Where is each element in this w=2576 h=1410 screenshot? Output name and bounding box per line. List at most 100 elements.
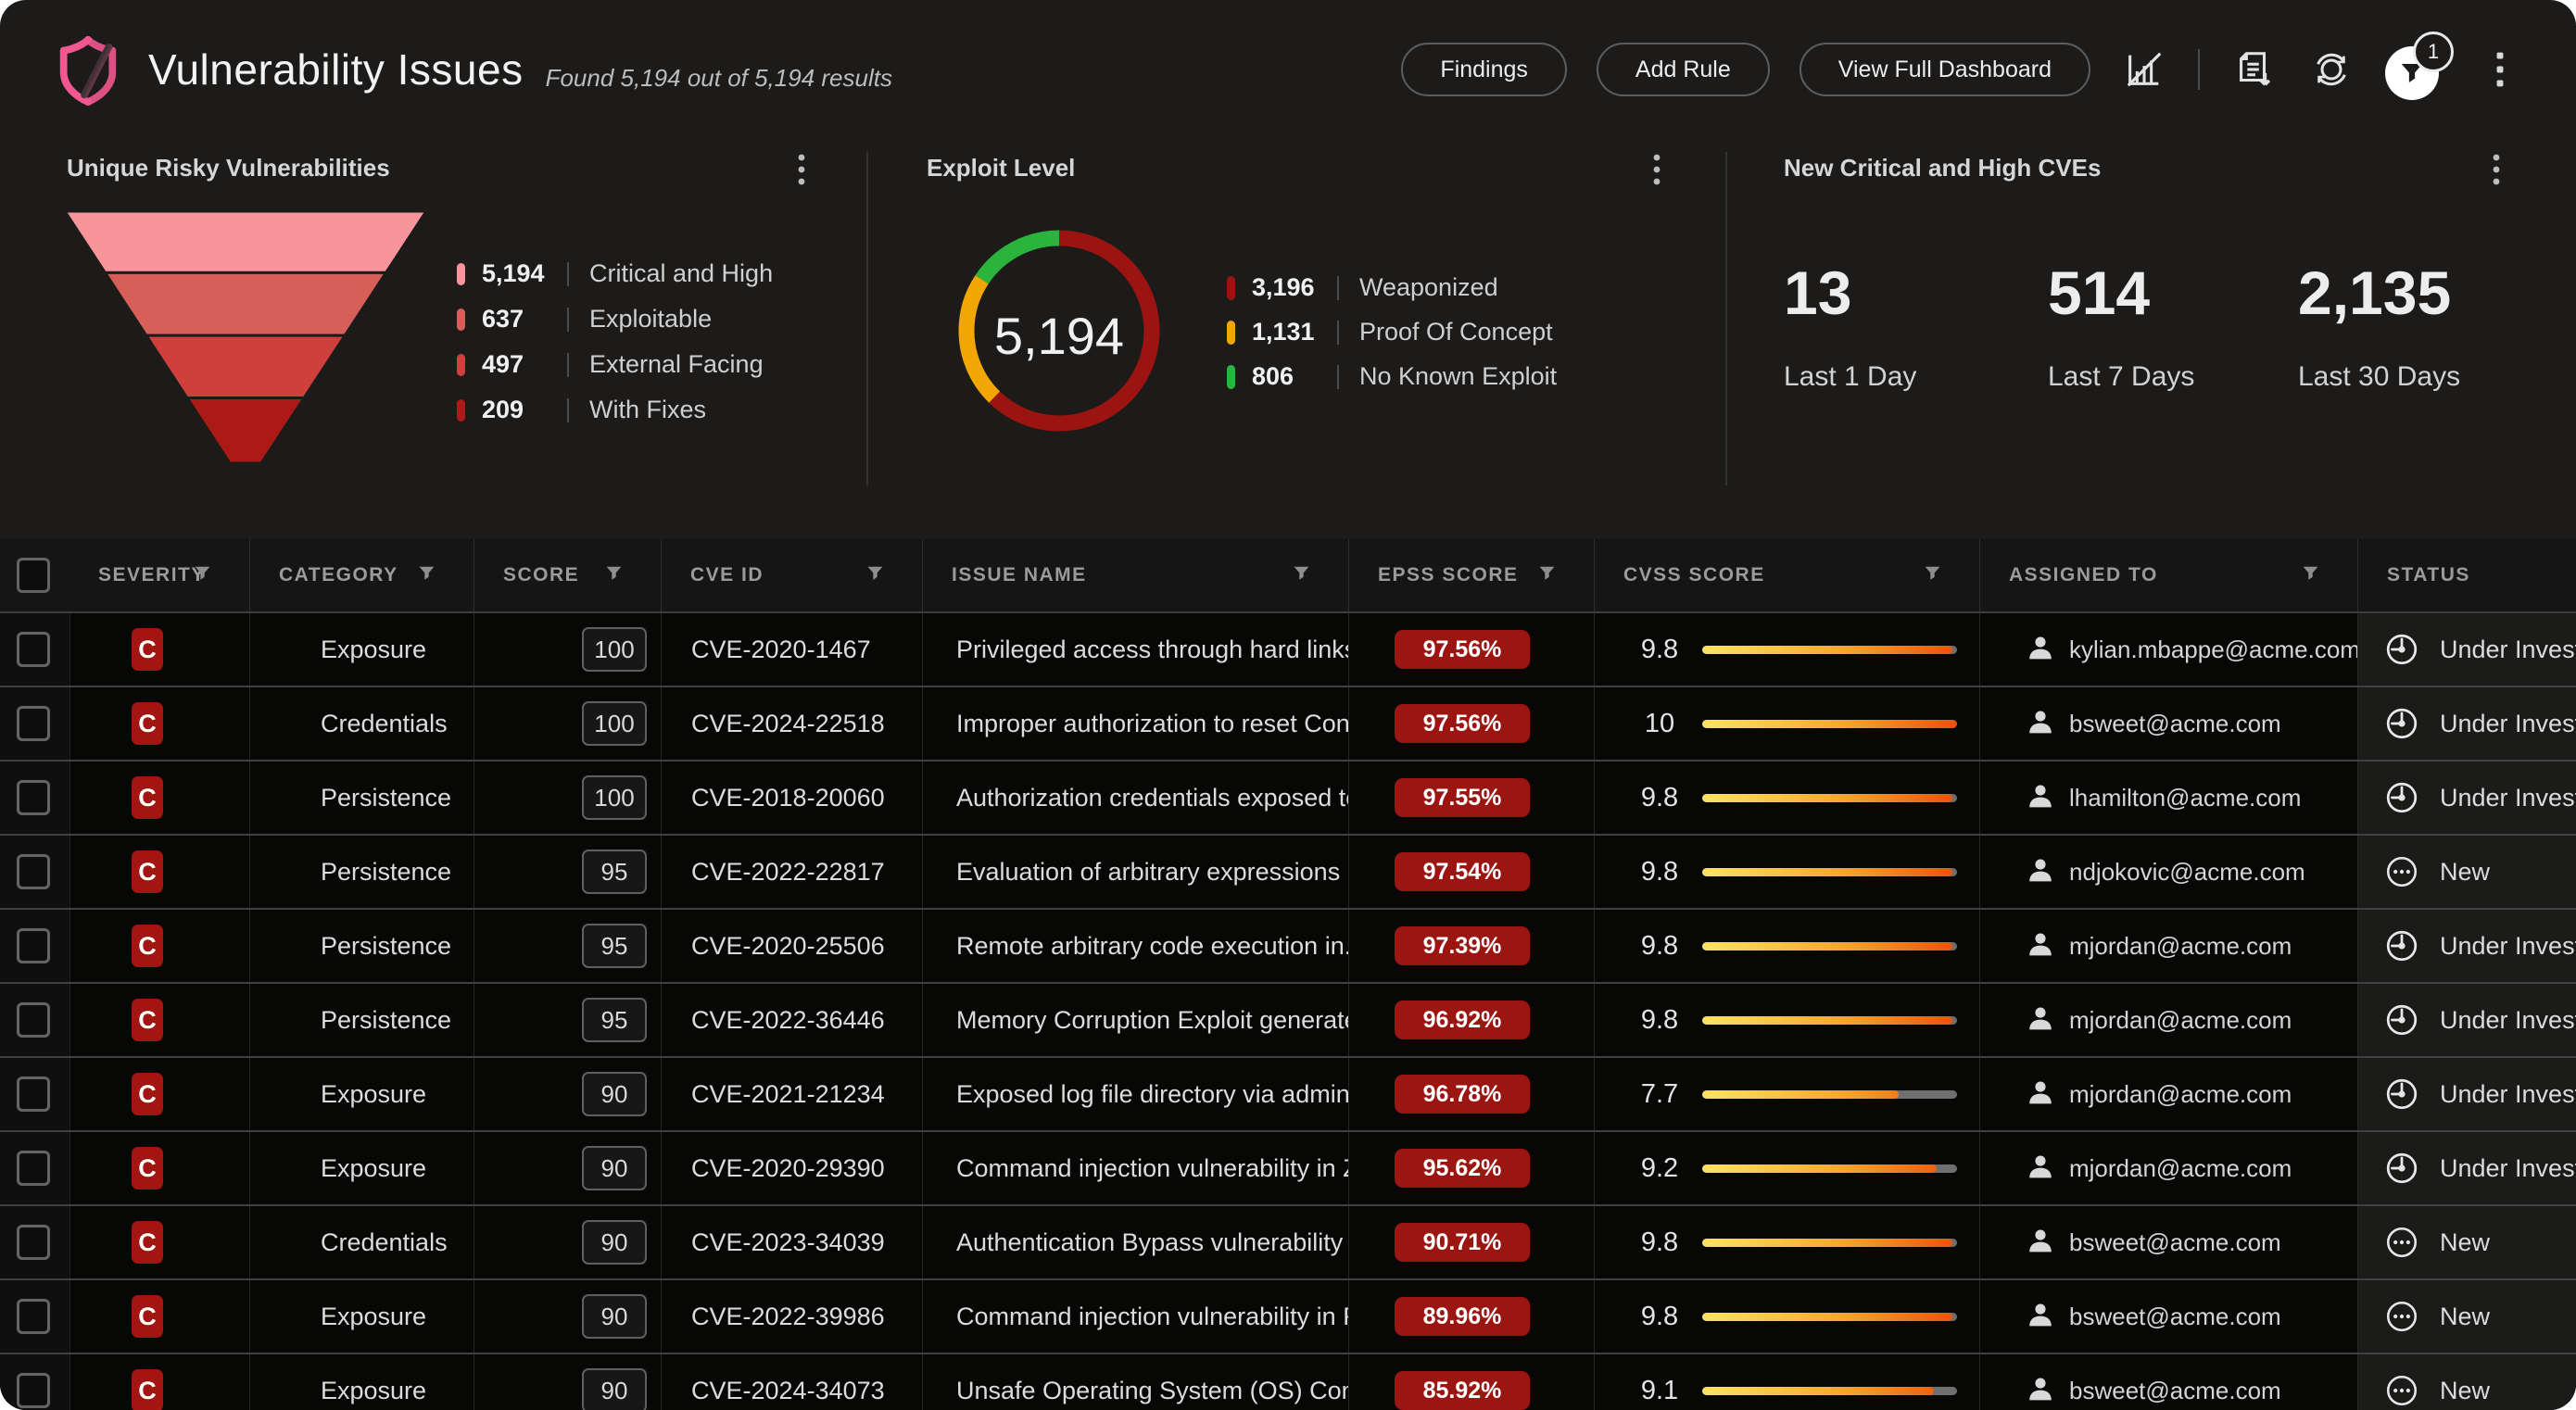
status-cell[interactable]: New [2357,1206,2576,1278]
issue-name-cell[interactable]: Exposed log file directory via admin e..… [922,1058,1348,1130]
cve-id-cell[interactable]: CVE-2020-1467 [661,613,922,686]
issue-name-cell[interactable]: Command injection vulnerability in Z... [922,1132,1348,1204]
row-checkbox[interactable] [17,632,50,667]
column-filter-icon[interactable] [1294,564,1309,586]
column-filter-icon[interactable] [1925,564,1940,586]
panel-menu-icon[interactable] [1638,148,1675,191]
legend-value: 209 [482,396,560,424]
row-checkbox[interactable] [17,1002,50,1038]
column-header-assigned-to[interactable]: ASSIGNED TO [1979,539,2357,611]
column-filter-icon[interactable] [1539,564,1555,586]
view-full-dashboard-button[interactable]: View Full Dashboard [1799,43,2090,96]
row-checkbox[interactable] [17,928,50,963]
column-header-issue-name[interactable]: ISSUE NAME [922,539,1348,611]
legend-item: 806No Known Exploit [1227,360,1557,393]
row-checkbox[interactable] [17,1076,50,1112]
epss-score-badge: 97.56% [1395,704,1530,743]
panel-menu-icon[interactable] [2478,148,2515,191]
column-filter-icon[interactable] [867,564,883,586]
cve-id-cell[interactable]: CVE-2024-34073 [661,1354,922,1410]
cve-id-cell[interactable]: CVE-2024-22518 [661,687,922,760]
cve-id-cell[interactable]: CVE-2021-21234 [661,1058,922,1130]
export-report-icon[interactable] [2229,45,2278,94]
column-filter-icon[interactable] [2303,564,2318,586]
findings-button[interactable]: Findings [1401,43,1567,96]
cve-id-cell[interactable]: CVE-2020-25506 [661,910,922,982]
legend-label: Proof Of Concept [1359,318,1553,346]
select-all-checkbox[interactable] [17,558,50,593]
issue-name-cell[interactable]: Authentication Bypass vulnerability d... [922,1206,1348,1278]
assigned-to-cell[interactable]: bsweet@acme.com [1979,687,2357,760]
cve-id-cell[interactable]: CVE-2020-29390 [661,1132,922,1204]
epss-score-badge: 95.62% [1395,1149,1530,1188]
assigned-to-cell[interactable]: mjordan@acme.com [1979,910,2357,982]
cve-id-cell[interactable]: CVE-2018-20060 [661,762,922,834]
status-cell[interactable]: Under Investig [2357,984,2576,1056]
assigned-to-cell[interactable]: mjordan@acme.com [1979,984,2357,1056]
assigned-to-cell[interactable]: mjordan@acme.com [1979,1058,2357,1130]
status-cell[interactable]: Under Investig [2357,762,2576,834]
issue-name-cell[interactable]: Command injection vulnerability in R... [922,1280,1348,1353]
panel-title: New Critical and High CVEs [1784,154,2101,183]
row-checkbox[interactable] [17,1151,50,1186]
row-checkbox[interactable] [17,1299,50,1334]
column-header-epss-score[interactable]: EPSS SCORE [1348,539,1594,611]
column-filter-icon[interactable] [195,564,210,586]
row-checkbox[interactable] [17,1225,50,1260]
more-menu-icon[interactable] [2476,45,2524,94]
legend-item: 209With Fixes [457,394,773,426]
table-row: CCredentials90CVE-2023-34039Authenticati… [0,1206,2576,1280]
issue-name-cell[interactable]: Improper authorization to reset Confl... [922,687,1348,760]
assigned-to-cell[interactable]: bsweet@acme.com [1979,1280,2357,1353]
column-header-checkbox[interactable] [0,539,69,611]
stat-value: 514 [2048,258,2194,328]
column-filter-icon[interactable] [606,564,622,586]
issue-name-cell[interactable]: Remote arbitrary code execution in... [922,910,1348,982]
panel-menu-icon[interactable] [783,148,820,191]
assigned-to-cell[interactable]: mjordan@acme.com [1979,1132,2357,1204]
assigned-to-cell[interactable]: bsweet@acme.com [1979,1206,2357,1278]
assigned-to-cell[interactable]: lhamilton@acme.com [1979,762,2357,834]
row-checkbox[interactable] [17,854,50,889]
status-cell[interactable]: Under Investig [2357,910,2576,982]
legend-separator [567,308,569,332]
issue-name-cell[interactable]: Memory Corruption Exploit generated [922,984,1348,1056]
column-header-cve-id[interactable]: CVE ID [661,539,922,611]
cve-id-cell[interactable]: CVE-2022-39986 [661,1280,922,1353]
issue-name-cell[interactable]: Evaluation of arbitrary expressions in..… [922,836,1348,908]
column-header-score[interactable]: SCORE [474,539,661,611]
add-rule-button[interactable]: Add Rule [1597,43,1770,96]
toggle-charts-icon[interactable] [2120,45,2168,94]
status-cell[interactable]: Under Investig [2357,1058,2576,1130]
filter-avatar[interactable]: 1 [2385,39,2446,100]
issue-name-cell[interactable]: Authorization credentials exposed to... [922,762,1348,834]
assigned-to-cell[interactable]: kylian.mbappe@acme.com [1979,613,2357,686]
row-checkbox[interactable] [17,706,50,741]
status-cell[interactable]: New [2357,1354,2576,1410]
column-header-status[interactable]: STATUS [2357,539,2576,611]
status-label: New [2440,1377,2490,1405]
column-filter-icon[interactable] [419,564,435,586]
status-cell[interactable]: Under Investig [2357,1132,2576,1204]
assigned-to-cell[interactable]: bsweet@acme.com [1979,1354,2357,1410]
status-cell[interactable]: Under Investig [2357,613,2576,686]
issue-name-cell[interactable]: Privileged access through hard links [922,613,1348,686]
sync-icon[interactable] [2307,45,2355,94]
status-cell[interactable]: Under Investig [2357,687,2576,760]
cve-id-cell[interactable]: CVE-2022-22817 [661,836,922,908]
assignee-email: kylian.mbappe@acme.com [2069,636,2357,664]
legend-marker [457,263,465,285]
issue-name-cell[interactable]: Unsafe Operating System (OS) Com... [922,1354,1348,1410]
cve-id-cell[interactable]: CVE-2022-36446 [661,984,922,1056]
assigned-to-cell[interactable]: ndjokovic@acme.com [1979,836,2357,908]
row-checkbox-cell [0,762,69,834]
row-checkbox[interactable] [17,780,50,815]
row-checkbox[interactable] [17,1373,50,1408]
cve-id-cell[interactable]: CVE-2023-34039 [661,1206,922,1278]
column-header-severity[interactable]: SEVERITY [69,539,249,611]
column-header-cvss-score[interactable]: CVSS SCORE [1594,539,1979,611]
score-cell: 90 [474,1280,661,1353]
column-header-category[interactable]: CATEGORY [249,539,474,611]
status-cell[interactable]: New [2357,836,2576,908]
status-cell[interactable]: New [2357,1280,2576,1353]
